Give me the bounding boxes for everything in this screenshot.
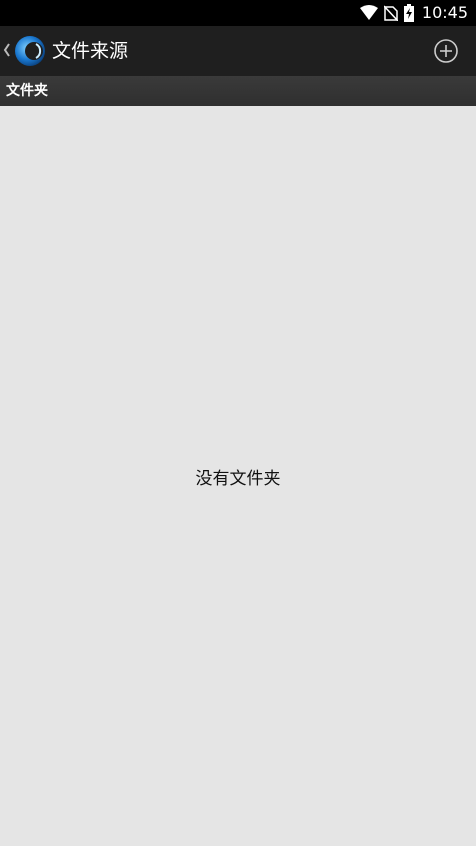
app-logo-icon[interactable] (14, 35, 46, 67)
add-circle-icon (434, 39, 458, 63)
app-bar: 文件来源 (0, 26, 476, 76)
empty-state-message: 没有文件夹 (195, 469, 281, 489)
wifi-icon (359, 5, 378, 21)
status-icons: 10:45 (359, 0, 468, 26)
section-header: 文件夹 (0, 76, 476, 106)
add-folder-button[interactable] (434, 39, 458, 63)
section-title: 文件夹 (6, 83, 48, 99)
battery-charging-icon (403, 4, 414, 22)
page-title: 文件来源 (52, 40, 129, 62)
folder-list: 没有文件夹 (0, 106, 476, 846)
chevron-left-icon[interactable] (3, 42, 11, 62)
status-time: 10:45 (421, 3, 468, 22)
no-sim-icon (383, 5, 398, 21)
status-bar: 10:45 (0, 0, 476, 26)
